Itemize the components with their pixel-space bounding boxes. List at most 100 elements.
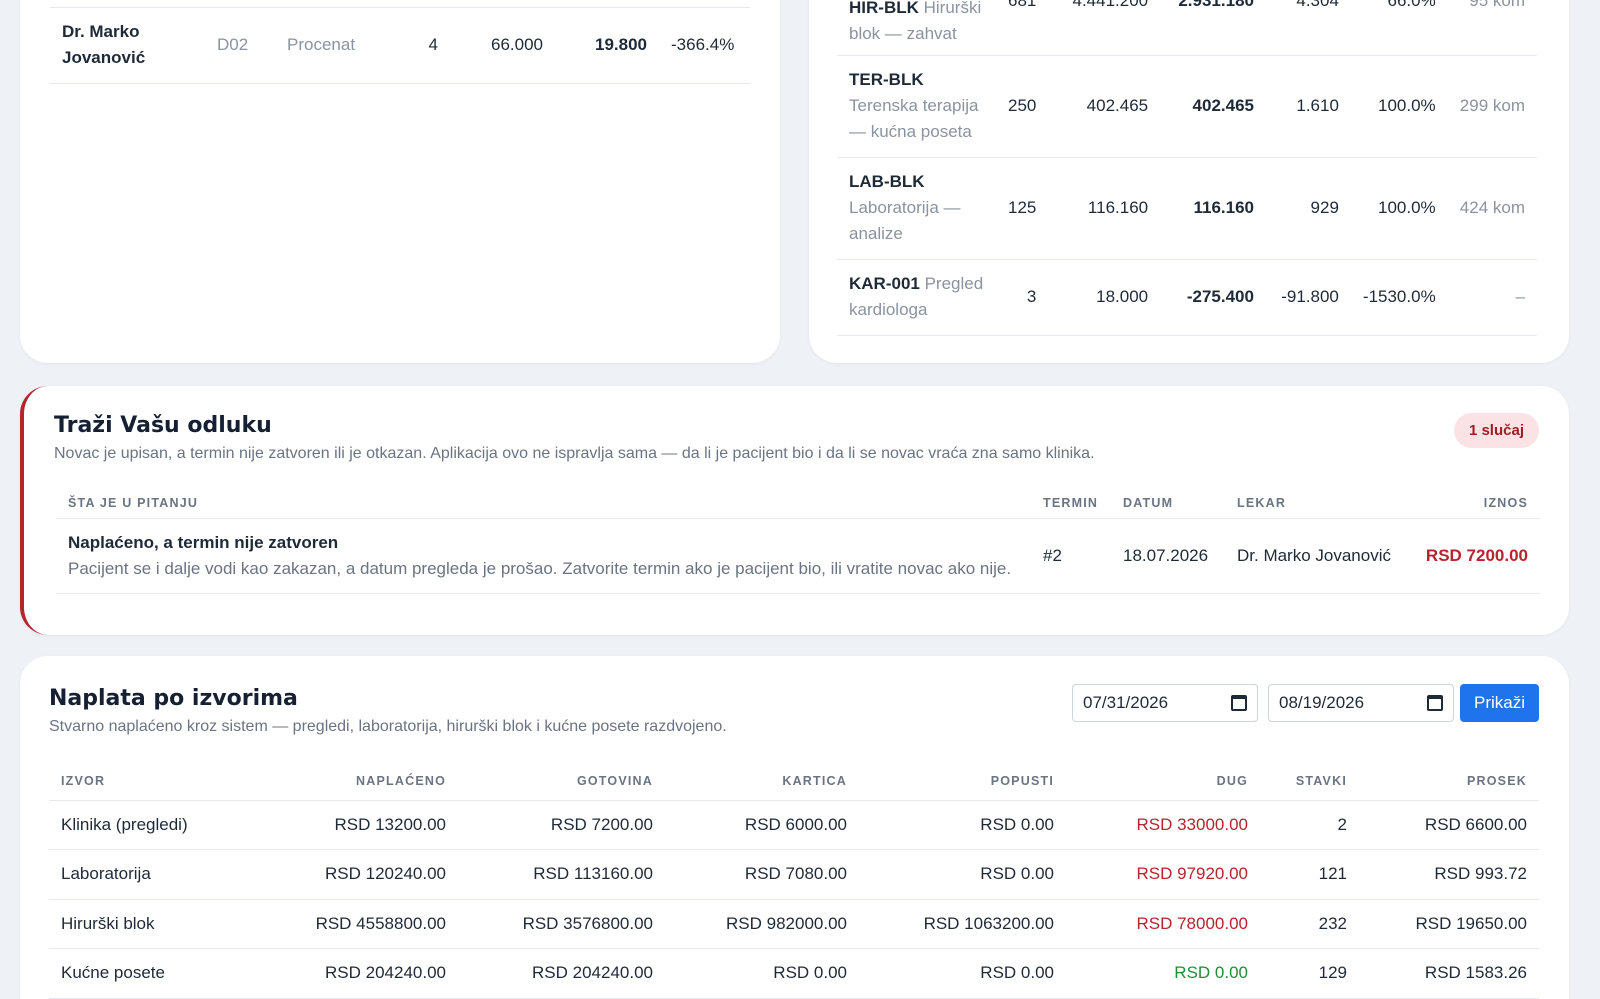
items-value: 129 — [1260, 948, 1359, 999]
doctors-table: Dr. Marko Jovanović D02 Procenat 4 66.00… — [50, 8, 750, 84]
date-to-input[interactable]: 08/19/2026 — [1268, 684, 1454, 722]
source-name: Klinika (pregledi) — [49, 800, 249, 850]
service-gross: 18.000 — [1048, 259, 1161, 336]
card-value: RSD 0.00 — [665, 948, 859, 999]
source-name: Laboratorija — [49, 849, 249, 900]
charged-value: RSD 13200.00 — [249, 800, 458, 850]
payments-title: Naplata po izvorima — [49, 686, 298, 711]
service-net: 2.931.180 — [1160, 0, 1266, 56]
table-row[interactable]: KAR-001 Pregled kardiologa 3 18.000 -275… — [837, 259, 1537, 336]
doctor-code: D02 — [205, 8, 275, 84]
column-header-source: IZVOR — [49, 762, 249, 801]
service-net: 116.160 — [1160, 157, 1266, 260]
column-header-charged: NAPLAĆENO — [249, 762, 458, 801]
decision-table: ŠTA JE U PITANJU TERMIN DATUM LEKAR IZNO… — [56, 488, 1540, 594]
service-pct: -1530.0% — [1350, 259, 1448, 336]
amount-value: RSD 7200.00 — [1405, 518, 1540, 594]
table-row[interactable]: HIR-BLK Hirurški blok — zahvat 681 4.441… — [837, 0, 1537, 56]
calendar-icon[interactable] — [1231, 695, 1247, 711]
service-desc: Terenska terapija — kućna poseta — [849, 96, 979, 141]
service-stock: 299 kom — [1447, 55, 1537, 158]
service-count: 3 — [996, 259, 1049, 336]
card-value: RSD 7080.00 — [665, 849, 859, 900]
doctor-amount: 66.000 — [450, 8, 555, 84]
items-value: 2 — [1260, 800, 1359, 850]
service-code: TER-BLK — [849, 70, 924, 89]
table-header-row: IZVOR NAPLAĆENO GOTOVINA KARTICA POPUSTI… — [49, 762, 1539, 801]
charged-value: RSD 4558800.00 — [249, 899, 458, 949]
doctor-pct: -366.4% — [659, 8, 750, 84]
decision-card: Traži Vašu odluku Novac je upisan, a ter… — [20, 386, 1569, 635]
doctor-name: Dr. Marko Jovanović — [50, 8, 205, 84]
column-header-cash: GOTOVINA — [458, 762, 665, 801]
date-to-value: 08/19/2026 — [1279, 693, 1365, 712]
appointment-date: 18.07.2026 — [1111, 518, 1225, 594]
column-header-card: KARTICA — [665, 762, 859, 801]
source-name: Hirurški blok — [49, 899, 249, 949]
issue-title: Naplaćeno, a termin nije zatvoren — [68, 532, 339, 552]
services-card: HIR-BLK Hirurški blok — zahvat 681 4.441… — [809, 0, 1569, 363]
case-count-badge: 1 slučaj — [1453, 413, 1539, 448]
service-pct: 100.0% — [1350, 157, 1448, 260]
calendar-icon[interactable] — [1427, 695, 1443, 711]
service-cell: LAB-BLK Laboratorija — analize — [837, 157, 997, 260]
table-row[interactable]: LAB-BLK Laboratorija — analize 125 116.16… — [837, 157, 1537, 260]
column-header-items: STAVKI — [1260, 762, 1359, 801]
service-stock: 95 kom — [1447, 0, 1537, 56]
service-code: HIR-BLK — [849, 0, 919, 18]
doctor-name: Dr. Marko Jovanović — [1225, 518, 1405, 594]
doctor-share: 19.800 — [555, 8, 659, 84]
table-row[interactable]: Kućne posete RSD 204240.00 RSD 204240.00… — [49, 948, 1539, 999]
service-net: 402.465 — [1160, 55, 1266, 158]
debt-value: RSD 78000.00 — [1066, 899, 1260, 949]
average-value: RSD 19650.00 — [1359, 899, 1539, 949]
cash-value: RSD 113160.00 — [458, 849, 665, 900]
discounts-value: RSD 1063200.00 — [859, 899, 1066, 949]
appointment-link[interactable]: #2 — [1031, 518, 1111, 594]
table-row[interactable]: Laboratorija RSD 120240.00 RSD 113160.00… — [49, 849, 1539, 900]
table-row[interactable]: Hirurški blok RSD 4558800.00 RSD 3576800… — [49, 899, 1539, 949]
items-value: 121 — [1260, 849, 1359, 900]
service-avg: 4.304 — [1265, 0, 1351, 56]
service-avg: -91.800 — [1265, 259, 1351, 336]
service-net: -275.400 — [1160, 259, 1266, 336]
doctor-type: Procenat — [275, 8, 400, 84]
table-row[interactable]: TER-BLK Terenska terapija — kućna poseta … — [837, 55, 1537, 158]
table-row[interactable]: Naplaćeno, a termin nije zatvoren Pacije… — [56, 518, 1540, 594]
table-row[interactable]: Klinika (pregledi) RSD 13200.00 RSD 7200… — [49, 800, 1539, 850]
column-header-average: PROSEK — [1359, 762, 1539, 801]
card-value: RSD 982000.00 — [665, 899, 859, 949]
date-from-input[interactable]: 07/31/2026 — [1072, 684, 1258, 722]
card-value: RSD 6000.00 — [665, 800, 859, 850]
source-name: Kućne posete — [49, 948, 249, 999]
payments-card: Naplata po izvorima Stvarno naplaćeno kr… — [20, 656, 1569, 999]
decision-title: Traži Vašu odluku — [54, 413, 272, 438]
debt-value: RSD 33000.00 — [1066, 800, 1260, 850]
column-header-amount: IZNOS — [1405, 488, 1540, 519]
column-header-doctor: LEKAR — [1225, 488, 1405, 519]
debt-value: RSD 0.00 — [1066, 948, 1260, 999]
service-pct: 66.0% — [1350, 0, 1448, 56]
cash-value: RSD 7200.00 — [458, 800, 665, 850]
issue-description: Pacijent se i dalje vodi kao zakazan, a … — [68, 558, 1012, 578]
service-desc: Laboratorija — analize — [849, 198, 961, 243]
service-code: LAB-BLK — [849, 172, 925, 191]
discounts-value: RSD 0.00 — [859, 800, 1066, 850]
column-header-appointment: TERMIN — [1031, 488, 1111, 519]
charged-value: RSD 204240.00 — [249, 948, 458, 999]
service-avg: 929 — [1265, 157, 1351, 260]
table-row[interactable]: Dr. Marko Jovanović D02 Procenat 4 66.00… — [50, 8, 750, 84]
show-button[interactable]: Prikaži — [1459, 684, 1539, 722]
service-gross: 402.465 — [1048, 55, 1161, 158]
service-stock: – — [1447, 259, 1537, 336]
column-header-date: DATUM — [1111, 488, 1225, 519]
discounts-value: RSD 0.00 — [859, 849, 1066, 900]
service-cell: HIR-BLK Hirurški blok — zahvat — [837, 0, 997, 56]
items-value: 232 — [1260, 899, 1359, 949]
payments-subtitle: Stvarno naplaćeno kroz sistem — pregledi… — [49, 718, 727, 735]
service-gross: 4.441.200 — [1048, 0, 1161, 56]
column-header-issue: ŠTA JE U PITANJU — [56, 488, 1031, 519]
doctors-card: Dr. Marko Jovanović D02 Procenat 4 66.00… — [20, 0, 780, 363]
issue-cell: Naplaćeno, a termin nije zatvoren Pacije… — [56, 518, 1031, 594]
column-header-discounts: POPUSTI — [859, 762, 1066, 801]
